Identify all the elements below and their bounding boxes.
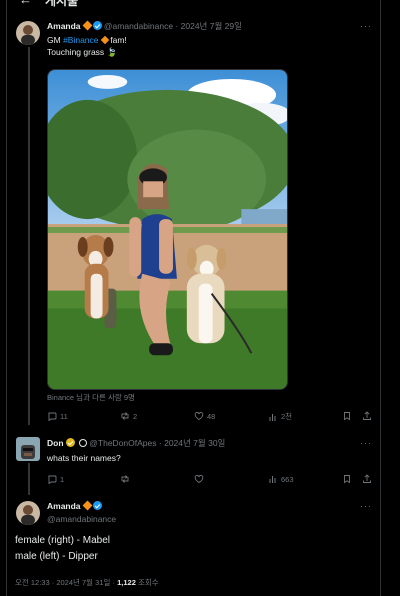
reply-count: 11 [60, 411, 68, 421]
like-button[interactable]: 48 [194, 411, 215, 421]
more-icon[interactable]: ··· [360, 21, 372, 31]
author-name[interactable]: Amanda [47, 501, 81, 511]
repost-button[interactable] [120, 474, 133, 484]
hashtag-link[interactable]: #Binance [63, 35, 98, 45]
views-button[interactable]: 2천 [268, 411, 292, 422]
avatar[interactable] [16, 501, 40, 525]
view-count: 2천 [281, 412, 293, 421]
focus-meta: 오전 12:33 · 2024년 7월 31일 · 1,122 조회수 [15, 577, 159, 588]
ape-badge-icon [78, 439, 87, 447]
share-icon [363, 411, 371, 420]
binance-badge-icon [82, 500, 92, 511]
bookmark-icon [344, 475, 350, 484]
photo-caption[interactable]: Binance 님과 다른 사람 9명 [47, 392, 135, 403]
reply-button[interactable]: 11 [47, 411, 68, 421]
reply-text: whats their names? [47, 453, 121, 463]
views-icon [269, 413, 276, 421]
reply-header: Don @TheDonOfApes · 2024년 7월 30일 [47, 438, 225, 449]
bookmark-button[interactable] [342, 411, 352, 421]
text-suffix: fam! [107, 35, 127, 45]
author-handle[interactable]: @amandabinance [104, 21, 173, 31]
top-bar: ← 게시물 [7, 0, 382, 8]
thread-line [28, 463, 30, 495]
share-button[interactable] [362, 474, 372, 484]
author-name[interactable]: Amanda [47, 21, 81, 31]
page-title: 게시물 [45, 0, 79, 8]
views-button[interactable]: 663 [268, 474, 294, 484]
focus-views-label: 조회수 [137, 578, 159, 587]
author-handle[interactable]: @TheDonOfApes [89, 438, 156, 448]
text-line2: Touching grass [47, 47, 105, 57]
repost-icon [121, 412, 129, 420]
focus-text-line2: male (left) - Dipper [15, 551, 98, 562]
reply-icon [48, 475, 57, 484]
reply-icon [48, 412, 57, 421]
focus-header-name: Amanda [47, 500, 102, 512]
avatar[interactable] [16, 437, 40, 461]
separator-dot: · [51, 578, 55, 587]
avatar[interactable] [16, 21, 40, 45]
separator-dot: · [175, 21, 179, 31]
verified-badge-icon [92, 501, 102, 510]
post-photo[interactable] [47, 69, 288, 390]
focus-header-handle: @amandabinance [47, 514, 116, 525]
views-icon [269, 476, 276, 483]
share-button[interactable] [362, 411, 372, 421]
bookmark-button[interactable] [342, 474, 352, 484]
post-text-line2: Touching grass 🍃 [47, 46, 117, 58]
author-handle[interactable]: @amandabinance [47, 514, 116, 524]
app-frame: ← 게시물 Amanda @amandabinance · 2024년 7월 2… [0, 0, 400, 596]
repost-button[interactable]: 2 [120, 411, 137, 421]
post-text-line1: GM #Binance fam! [47, 34, 127, 46]
author-name[interactable]: Don [47, 438, 64, 448]
binance-badge-icon [82, 20, 92, 31]
separator-dot: · [158, 438, 162, 448]
verified-badge-icon [65, 438, 75, 447]
bookmark-icon [344, 412, 350, 421]
reply-count: 1 [60, 474, 65, 484]
post-actions: 11 2 48 2천 [47, 411, 372, 423]
verified-badge-icon [92, 21, 102, 30]
leaf-icon: 🍃 [106, 47, 118, 57]
reply-actions: 1 663 [47, 474, 372, 486]
focus-view-count: 1,122 [117, 578, 136, 587]
thread-line [28, 47, 30, 425]
separator-dot: · [112, 578, 116, 587]
focus-time[interactable]: 오전 12:33 [15, 578, 50, 587]
share-icon [363, 474, 371, 483]
view-count: 663 [281, 474, 294, 484]
focus-date[interactable]: 2024년 7월 31일 [56, 578, 110, 587]
arrow-left-icon[interactable]: ← [19, 0, 32, 7]
more-icon[interactable]: ··· [360, 438, 372, 448]
like-count: 48 [207, 411, 216, 421]
reply-date[interactable]: 2024년 7월 30일 [164, 438, 225, 448]
post-date[interactable]: 2024년 7월 29일 [181, 21, 242, 31]
more-icon[interactable]: ··· [360, 501, 372, 511]
repost-count: 2 [133, 411, 138, 421]
text-prefix: GM [47, 35, 64, 45]
repost-icon [121, 475, 129, 483]
timeline-column: ← 게시물 Amanda @amandabinance · 2024년 7월 2… [6, 0, 381, 596]
heart-icon [194, 411, 204, 421]
like-button[interactable] [194, 474, 207, 484]
reply-button[interactable]: 1 [47, 474, 64, 484]
heart-icon [194, 474, 204, 484]
post-header: Amanda @amandabinance · 2024년 7월 29일 [47, 20, 242, 32]
focus-text-line1: female (right) - Mabel [15, 535, 111, 546]
